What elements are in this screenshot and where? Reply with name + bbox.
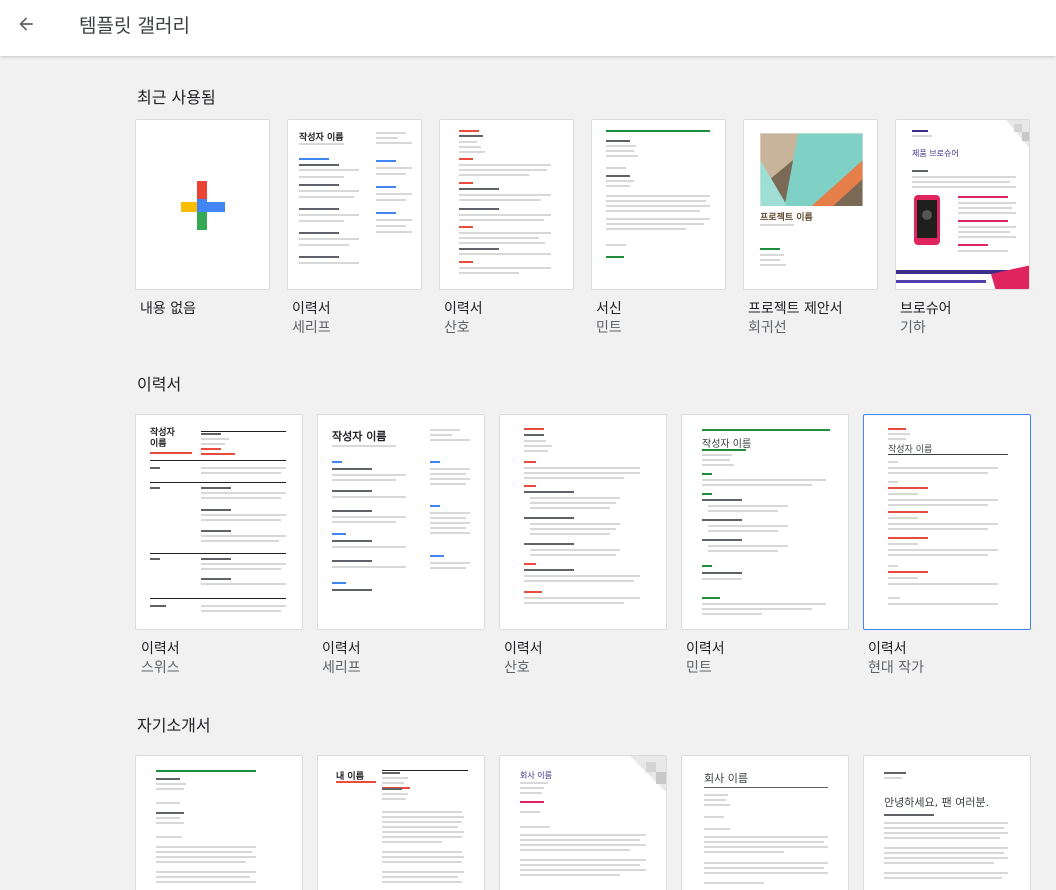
template-card-blank[interactable] — [135, 119, 270, 290]
template-label-blank: 내용 없음 — [140, 301, 196, 317]
thumb-title: 작성자 이름 — [702, 439, 752, 450]
template-card-letter-company[interactable]: 회사 이름 — [681, 755, 849, 890]
template-label-resume: 이력서 — [292, 301, 331, 317]
tropic-art-image — [744, 120, 877, 206]
template-card-letter-mint-2[interactable] — [135, 755, 303, 890]
template-card-resume-coral-large[interactable] — [499, 414, 667, 630]
thumb-title: 작성자 이름 — [150, 428, 175, 449]
template-label-resume: 이력서 — [686, 641, 725, 657]
thumb-title: 안녕하세요, 팬 여러분. — [884, 796, 990, 809]
thumb-title: 회사 이름 — [704, 772, 748, 785]
template-label-brochure: 브로슈어 — [900, 301, 952, 317]
geometric-corner-image — [896, 120, 1029, 289]
template-label-resume: 이력서 — [868, 641, 907, 657]
template-card-letter-swiss[interactable]: 내 이름 — [317, 755, 485, 890]
template-label-letter: 서신 — [596, 301, 622, 317]
template-card-resume-swiss[interactable]: 작성자 이름 — [135, 414, 303, 630]
template-card-resume-serif-large[interactable]: 작성자 이름 — [317, 414, 485, 630]
template-label-resume: 이력서 — [504, 641, 543, 657]
template-card-resume-mint[interactable]: 작성자 이름 — [681, 414, 849, 630]
template-sub-serif: 세리프 — [322, 660, 361, 676]
template-label-resume: 이력서 — [444, 301, 483, 317]
thumb-title: 프로젝트 이름 — [760, 213, 813, 223]
template-sub-mint: 민트 — [596, 320, 622, 336]
section-title-resume: 이력서 — [137, 375, 182, 394]
template-card-brochure[interactable]: 제품 브로슈어 — [895, 119, 1030, 290]
thumb-title: 제품 브로슈어 — [912, 149, 959, 158]
template-card-resume-serif[interactable]: 작성자 이름 — [287, 119, 422, 290]
section-title-letter: 자기소개서 — [137, 716, 211, 735]
template-card-resume-modern-writer[interactable]: 작성자 이름 — [863, 414, 1031, 630]
template-label-resume: 이력서 — [141, 641, 180, 657]
thumb-title: 작성자 이름 — [332, 430, 387, 443]
template-card-letter-mint[interactable] — [591, 119, 726, 290]
thumb-title: 회사 이름 — [520, 771, 552, 780]
top-app-bar: 템플릿 갤러리 — [0, 0, 1056, 56]
template-card-letter-geometric[interactable]: 회사 이름 — [499, 755, 667, 890]
template-label-resume: 이력서 — [322, 641, 361, 657]
template-card-resume-coral[interactable] — [439, 119, 574, 290]
template-label-project-proposal: 프로젝트 제안서 — [748, 301, 843, 317]
template-card-project-proposal[interactable]: 프로젝트 이름 — [743, 119, 878, 290]
template-sub-serif: 세리프 — [292, 320, 331, 336]
template-sub-coral: 산호 — [504, 660, 530, 676]
page-title: 템플릿 갤러리 — [79, 15, 190, 37]
back-button[interactable] — [10, 8, 42, 40]
template-card-letter-greeting[interactable]: 안녕하세요, 팬 여러분. — [863, 755, 1031, 890]
template-sub-modern-writer: 현대 작가 — [868, 660, 924, 676]
plus-icon — [181, 181, 225, 230]
template-sub-coral: 산호 — [444, 320, 470, 336]
template-sub-mint: 민트 — [686, 660, 712, 676]
arrow-back-icon — [19, 17, 33, 31]
template-sub-tropic: 회귀선 — [748, 320, 787, 336]
section-title-recent: 최근 사용됨 — [137, 88, 216, 107]
template-sub-swiss: 스위스 — [141, 660, 180, 676]
template-sub-geometric: 기하 — [900, 320, 926, 336]
thumb-title: 작성자 이름 — [299, 133, 344, 143]
